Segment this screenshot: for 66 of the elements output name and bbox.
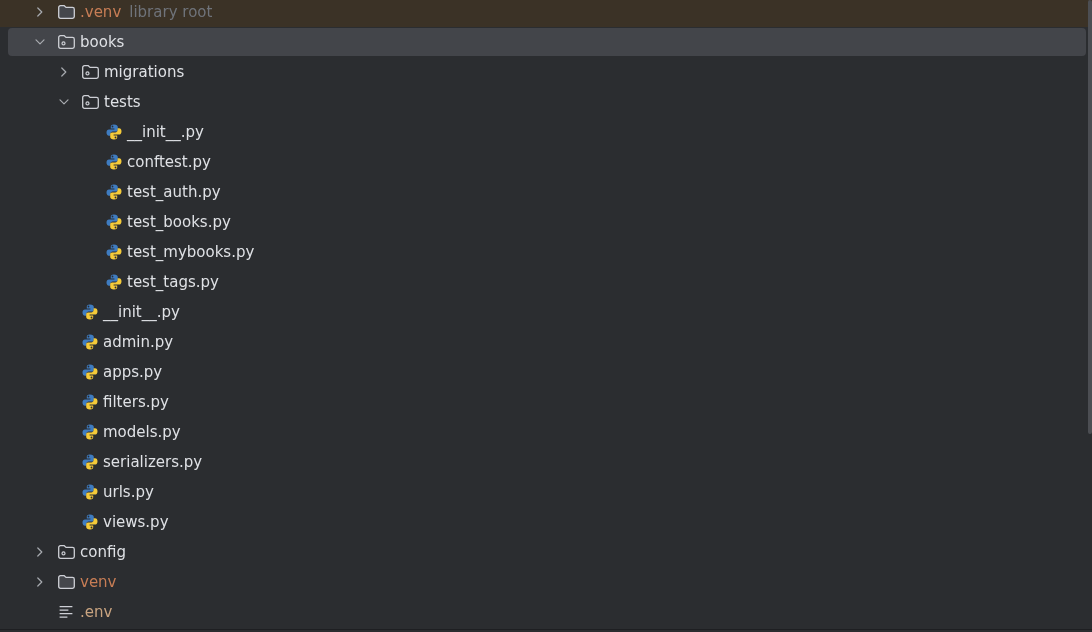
python-file-icon: [82, 484, 98, 500]
tree-item[interactable]: conftest.py: [8, 148, 1086, 176]
tree-item[interactable]: apps.py: [8, 358, 1086, 386]
tree-item[interactable]: models.py: [8, 418, 1086, 446]
tree-item[interactable]: books: [8, 28, 1086, 56]
file-name: filters.py: [103, 393, 169, 411]
chevron-right-icon[interactable]: [61, 67, 67, 77]
library-root-hint: library root: [129, 3, 213, 21]
file-name: migrations: [104, 63, 185, 81]
tree-item[interactable]: test_tags.py: [8, 268, 1086, 296]
python-file-icon: [106, 124, 122, 140]
python-file-icon: [106, 274, 122, 290]
tree-item[interactable]: venv: [8, 568, 1086, 596]
tree-item[interactable]: serializers.py: [8, 448, 1086, 476]
tree-item[interactable]: tests: [8, 88, 1086, 116]
python-file-icon: [82, 514, 98, 530]
python-file-icon: [82, 394, 98, 410]
tree-item[interactable]: migrations: [8, 58, 1086, 86]
file-name: venv: [80, 573, 117, 591]
file-name: __init__.py: [127, 123, 204, 141]
file-name: urls.py: [103, 483, 154, 501]
python-file-icon: [82, 304, 98, 320]
tree-item[interactable]: test_auth.py: [8, 178, 1086, 206]
tree-item[interactable]: __init__.py: [8, 298, 1086, 326]
text-file-icon: [59, 606, 73, 618]
file-name: views.py: [103, 513, 169, 531]
file-name: models.py: [103, 423, 181, 441]
python-file-icon: [82, 334, 98, 350]
tree-item[interactable]: views.py: [8, 508, 1086, 536]
file-name: conftest.py: [127, 153, 211, 171]
file-name: __init__.py: [103, 303, 180, 321]
file-name: apps.py: [103, 363, 163, 381]
file-name: tests: [104, 93, 141, 111]
file-name: books: [80, 33, 125, 51]
file-name: test_tags.py: [127, 273, 219, 291]
file-name: serializers.py: [103, 453, 203, 471]
tree-item[interactable]: urls.py: [8, 478, 1086, 506]
file-name: test_books.py: [127, 213, 231, 231]
folder-icon: [58, 5, 75, 19]
tree-item[interactable]: filters.py: [8, 388, 1086, 416]
tree-item[interactable]: .env: [8, 598, 1086, 626]
python-file-icon: [82, 424, 98, 440]
chevron-right-icon[interactable]: [37, 577, 43, 587]
file-name: config: [80, 543, 126, 561]
file-name: .env: [80, 603, 113, 621]
file-name: admin.py: [103, 333, 174, 351]
tree-item[interactable]: admin.py: [8, 328, 1086, 356]
tree-item[interactable]: __init__.py: [8, 118, 1086, 146]
chevron-down-icon[interactable]: [59, 99, 69, 105]
python-file-icon: [106, 214, 122, 230]
python-file-icon: [82, 364, 98, 380]
python-file-icon: [106, 184, 122, 200]
python-file-icon: [82, 454, 98, 470]
tree-item[interactable]: test_mybooks.py: [8, 238, 1086, 266]
chevron-down-icon[interactable]: [35, 39, 45, 45]
tree-item[interactable]: config: [8, 538, 1086, 566]
chevron-right-icon[interactable]: [37, 547, 43, 557]
chevron-right-icon[interactable]: [37, 7, 43, 17]
file-name: test_auth.py: [127, 183, 221, 201]
file-name: .venv: [80, 3, 122, 21]
python-file-icon: [106, 244, 122, 260]
folder-icon: [58, 575, 75, 589]
python-file-icon: [106, 154, 122, 170]
file-name: test_mybooks.py: [127, 243, 255, 261]
tree-item[interactable]: test_books.py: [8, 208, 1086, 236]
scrollbar-thumb[interactable]: [1088, 0, 1092, 434]
